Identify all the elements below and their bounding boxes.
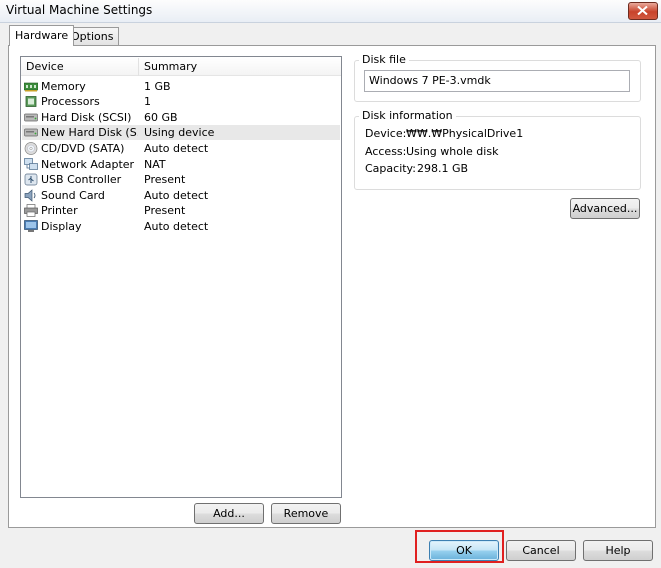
help-button[interactable]: Help bbox=[583, 540, 653, 561]
disk-capacity-label: Capacity: bbox=[365, 162, 416, 175]
close-button[interactable] bbox=[628, 2, 658, 20]
cd-dvd-icon bbox=[24, 142, 38, 155]
column-separator[interactable] bbox=[138, 58, 139, 76]
disk-access-line: Access: Using whole disk bbox=[365, 145, 498, 158]
hard-disk-icon bbox=[24, 128, 38, 137]
disk-information-group-label: Disk information bbox=[359, 110, 456, 122]
device-row-memory[interactable]: Memory 1 GB bbox=[22, 79, 340, 94]
device-row-usb-controller[interactable]: USB Controller Present bbox=[22, 172, 340, 187]
device-row-processors[interactable]: Processors 1 bbox=[22, 94, 340, 109]
sound-card-icon bbox=[24, 189, 36, 202]
device-summary: 1 bbox=[144, 95, 151, 108]
device-name: USB Controller bbox=[41, 173, 122, 186]
disk-capacity-value: 298.1 GB bbox=[417, 162, 469, 175]
title-bar: Virtual Machine Settings bbox=[0, 0, 661, 23]
network-adapter-icon bbox=[24, 158, 38, 170]
printer-icon bbox=[24, 204, 38, 217]
close-icon bbox=[637, 6, 648, 15]
add-device-button[interactable]: Add... bbox=[194, 503, 264, 524]
disk-capacity-line: Capacity: 298.1 GB bbox=[365, 162, 468, 175]
column-header-summary[interactable]: Summary bbox=[139, 57, 341, 76]
device-name: Printer bbox=[41, 204, 78, 217]
remove-device-button[interactable]: Remove bbox=[271, 503, 341, 524]
device-row-network-adapter[interactable]: Network Adapter NAT bbox=[22, 157, 340, 172]
device-summary: Present bbox=[144, 173, 186, 186]
usb-icon bbox=[24, 173, 38, 186]
disk-device-value: ₩₩.₩PhysicalDrive1 bbox=[406, 127, 524, 140]
device-summary: Auto detect bbox=[144, 142, 209, 155]
cancel-button[interactable]: Cancel bbox=[506, 540, 576, 561]
disk-access-value: Using whole disk bbox=[406, 145, 499, 158]
device-summary: Using device bbox=[144, 126, 215, 139]
display-icon bbox=[24, 220, 38, 232]
device-summary: Auto detect bbox=[144, 189, 209, 202]
device-row-sound-card[interactable]: Sound Card Auto detect bbox=[22, 188, 340, 203]
device-row-new-hard-disk[interactable]: New Hard Disk (S... Using device bbox=[22, 125, 340, 140]
device-name: Memory bbox=[41, 80, 86, 93]
disk-access-label: Access: bbox=[365, 145, 407, 158]
device-name: Hard Disk (SCSI) bbox=[41, 111, 132, 124]
column-header-device[interactable]: Device bbox=[21, 57, 139, 76]
ok-highlight-box bbox=[415, 530, 504, 563]
device-summary: Present bbox=[144, 204, 186, 217]
device-row-printer[interactable]: Printer Present bbox=[22, 203, 340, 218]
device-row-cd-dvd[interactable]: CD/DVD (SATA) Auto detect bbox=[22, 141, 340, 156]
disk-device-line: Device: ₩₩.₩PhysicalDrive1 bbox=[365, 127, 523, 140]
device-name: CD/DVD (SATA) bbox=[41, 142, 125, 155]
window-title: Virtual Machine Settings bbox=[6, 3, 153, 17]
device-summary: 60 GB bbox=[144, 111, 178, 124]
device-name: New Hard Disk (S... bbox=[41, 126, 138, 139]
device-row-hard-disk[interactable]: Hard Disk (SCSI) 60 GB bbox=[22, 110, 340, 125]
device-name: Display bbox=[41, 220, 82, 233]
advanced-button[interactable]: Advanced... bbox=[570, 198, 640, 219]
device-name: Network Adapter bbox=[41, 158, 135, 171]
disk-file-field[interactable]: Windows 7 PE-3.vmdk bbox=[364, 70, 630, 92]
memory-icon bbox=[24, 82, 38, 92]
device-summary: Auto detect bbox=[144, 220, 209, 233]
tab-hardware[interactable]: Hardware bbox=[9, 25, 75, 46]
device-name: Processors bbox=[41, 95, 100, 108]
device-row-display[interactable]: Display Auto detect bbox=[22, 219, 340, 234]
device-summary: 1 GB bbox=[144, 80, 171, 93]
disk-device-label: Device: bbox=[365, 127, 407, 140]
processor-icon bbox=[25, 96, 37, 107]
device-name: Sound Card bbox=[41, 189, 105, 202]
device-summary: NAT bbox=[144, 158, 166, 171]
hard-disk-icon bbox=[24, 113, 38, 122]
disk-file-group-label: Disk file bbox=[359, 54, 409, 66]
